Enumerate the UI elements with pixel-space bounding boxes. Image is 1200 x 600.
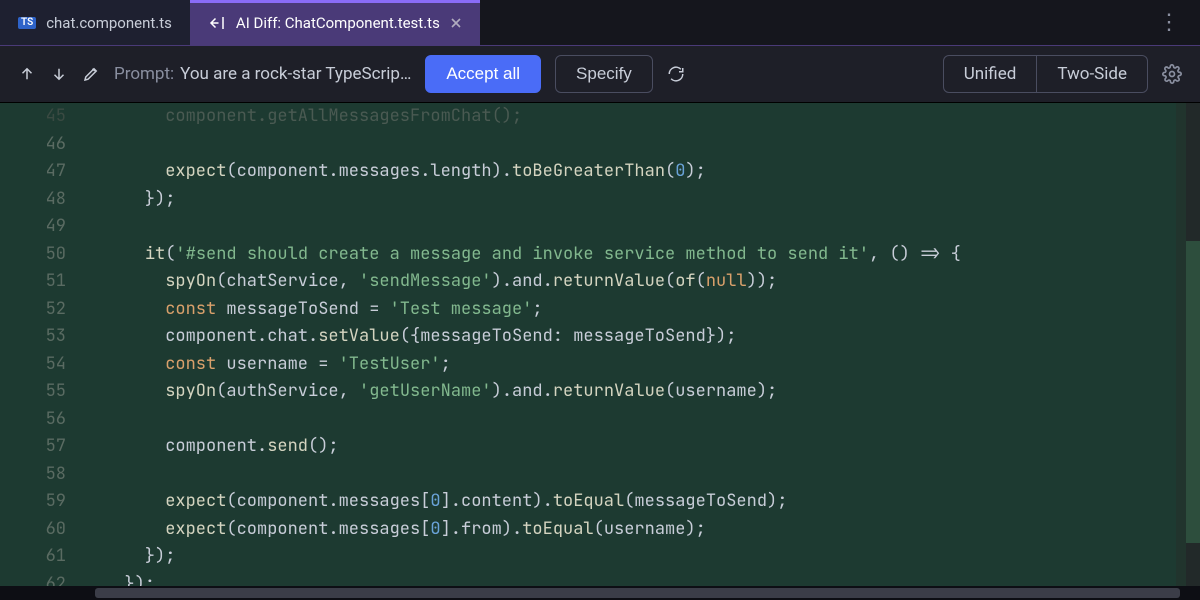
line-number: 50 bbox=[0, 241, 80, 269]
tab-label: chat.component.ts bbox=[46, 14, 172, 32]
line-number: 57 bbox=[0, 433, 80, 461]
code-line[interactable]: 61 }); bbox=[0, 543, 1200, 571]
code-line[interactable]: 57 component.send(); bbox=[0, 433, 1200, 461]
line-number: 55 bbox=[0, 378, 80, 406]
code-line[interactable]: 49 bbox=[0, 213, 1200, 241]
code-line[interactable]: 56 bbox=[0, 406, 1200, 434]
tab-ai-diff[interactable]: AI Diff: ChatComponent.test.ts bbox=[190, 0, 480, 45]
code-content: const username = 'TestUser'; bbox=[94, 351, 1200, 379]
code-line[interactable]: 55 spyOn(authService, 'getUserName').and… bbox=[0, 378, 1200, 406]
ai-diff-icon bbox=[208, 14, 226, 32]
code-line[interactable]: 46 bbox=[0, 131, 1200, 159]
code-content: spyOn(chatService, 'sendMessage').and.re… bbox=[94, 268, 1200, 296]
line-number: 46 bbox=[0, 131, 80, 159]
tab-chat-component[interactable]: TS chat.component.ts bbox=[0, 0, 190, 45]
code-content: }); bbox=[94, 571, 1200, 587]
line-number: 48 bbox=[0, 186, 80, 214]
code-content: it('#send should create a message and in… bbox=[94, 241, 1200, 269]
line-number: 59 bbox=[0, 488, 80, 516]
accept-all-button[interactable]: Accept all bbox=[425, 55, 541, 93]
code-content: component.chat.setValue({messageToSend: … bbox=[94, 323, 1200, 351]
code-content: expect(component.messages[0].content).to… bbox=[94, 488, 1200, 516]
refresh-icon[interactable] bbox=[667, 65, 685, 83]
code-line[interactable]: 60 expect(component.messages[0].from).to… bbox=[0, 516, 1200, 544]
code-content: const messageToSend = 'Test message'; bbox=[94, 296, 1200, 324]
code-content bbox=[94, 131, 1200, 159]
diff-view-toggle: Unified Two-Side bbox=[943, 55, 1148, 93]
line-number: 49 bbox=[0, 213, 80, 241]
unified-toggle[interactable]: Unified bbox=[944, 56, 1037, 92]
code-content: spyOn(authService, 'getUserName').and.re… bbox=[94, 378, 1200, 406]
code-line[interactable]: 58 bbox=[0, 461, 1200, 489]
line-number: 61 bbox=[0, 543, 80, 571]
code-editor[interactable]: 45 component.getAllMessagesFromChat();46… bbox=[0, 103, 1200, 586]
code-line[interactable]: 48 }); bbox=[0, 186, 1200, 214]
code-line[interactable]: 51 spyOn(chatService, 'sendMessage').and… bbox=[0, 268, 1200, 296]
edit-icon[interactable] bbox=[82, 65, 100, 83]
code-line[interactable]: 50 it('#send should create a message and… bbox=[0, 241, 1200, 269]
more-options-icon[interactable]: ⋮ bbox=[1150, 10, 1188, 35]
code-line[interactable]: 53 component.chat.setValue({messageToSen… bbox=[0, 323, 1200, 351]
prompt-display[interactable]: Prompt: You are a rock-star TypeScrip… bbox=[114, 64, 411, 84]
line-number: 52 bbox=[0, 296, 80, 324]
code-content bbox=[94, 406, 1200, 434]
close-icon[interactable] bbox=[450, 17, 462, 29]
line-number: 60 bbox=[0, 516, 80, 544]
line-number: 56 bbox=[0, 406, 80, 434]
prompt-label: Prompt: bbox=[114, 64, 174, 84]
arrow-up-icon[interactable] bbox=[18, 65, 36, 83]
typescript-badge-icon: TS bbox=[18, 17, 36, 29]
prompt-text: You are a rock-star TypeScrip… bbox=[180, 64, 411, 84]
tab-bar: TS chat.component.ts AI Diff: ChatCompon… bbox=[0, 0, 1200, 45]
specify-button[interactable]: Specify bbox=[555, 55, 653, 93]
line-number: 53 bbox=[0, 323, 80, 351]
code-line[interactable]: 45 component.getAllMessagesFromChat(); bbox=[0, 103, 1200, 131]
code-line[interactable]: 62 }); bbox=[0, 571, 1200, 587]
code-content: expect(component.messages.length).toBeGr… bbox=[94, 158, 1200, 186]
code-content: }); bbox=[94, 186, 1200, 214]
line-number: 62 bbox=[0, 571, 80, 587]
code-content: component.send(); bbox=[94, 433, 1200, 461]
code-content bbox=[94, 461, 1200, 489]
scrollbar-thumb[interactable] bbox=[95, 588, 1180, 598]
code-line[interactable]: 59 expect(component.messages[0].content)… bbox=[0, 488, 1200, 516]
code-content: }); bbox=[94, 543, 1200, 571]
tab-label: AI Diff: ChatComponent.test.ts bbox=[236, 14, 440, 32]
code-content bbox=[94, 213, 1200, 241]
two-side-toggle[interactable]: Two-Side bbox=[1036, 56, 1147, 92]
code-line[interactable]: 47 expect(component.messages.length).toB… bbox=[0, 158, 1200, 186]
horizontal-scrollbar[interactable] bbox=[0, 586, 1200, 600]
code-content: component.getAllMessagesFromChat(); bbox=[94, 103, 1200, 131]
code-line[interactable]: 54 const username = 'TestUser'; bbox=[0, 351, 1200, 379]
diff-toolbar: Prompt: You are a rock-star TypeScrip… A… bbox=[0, 45, 1200, 103]
line-number: 51 bbox=[0, 268, 80, 296]
line-number: 54 bbox=[0, 351, 80, 379]
gear-icon[interactable] bbox=[1162, 64, 1182, 84]
arrow-down-icon[interactable] bbox=[50, 65, 68, 83]
minimap[interactable] bbox=[1176, 103, 1200, 586]
line-number: 45 bbox=[0, 103, 80, 131]
code-line[interactable]: 52 const messageToSend = 'Test message'; bbox=[0, 296, 1200, 324]
code-content: expect(component.messages[0].from).toEqu… bbox=[94, 516, 1200, 544]
line-number: 47 bbox=[0, 158, 80, 186]
line-number: 58 bbox=[0, 461, 80, 489]
